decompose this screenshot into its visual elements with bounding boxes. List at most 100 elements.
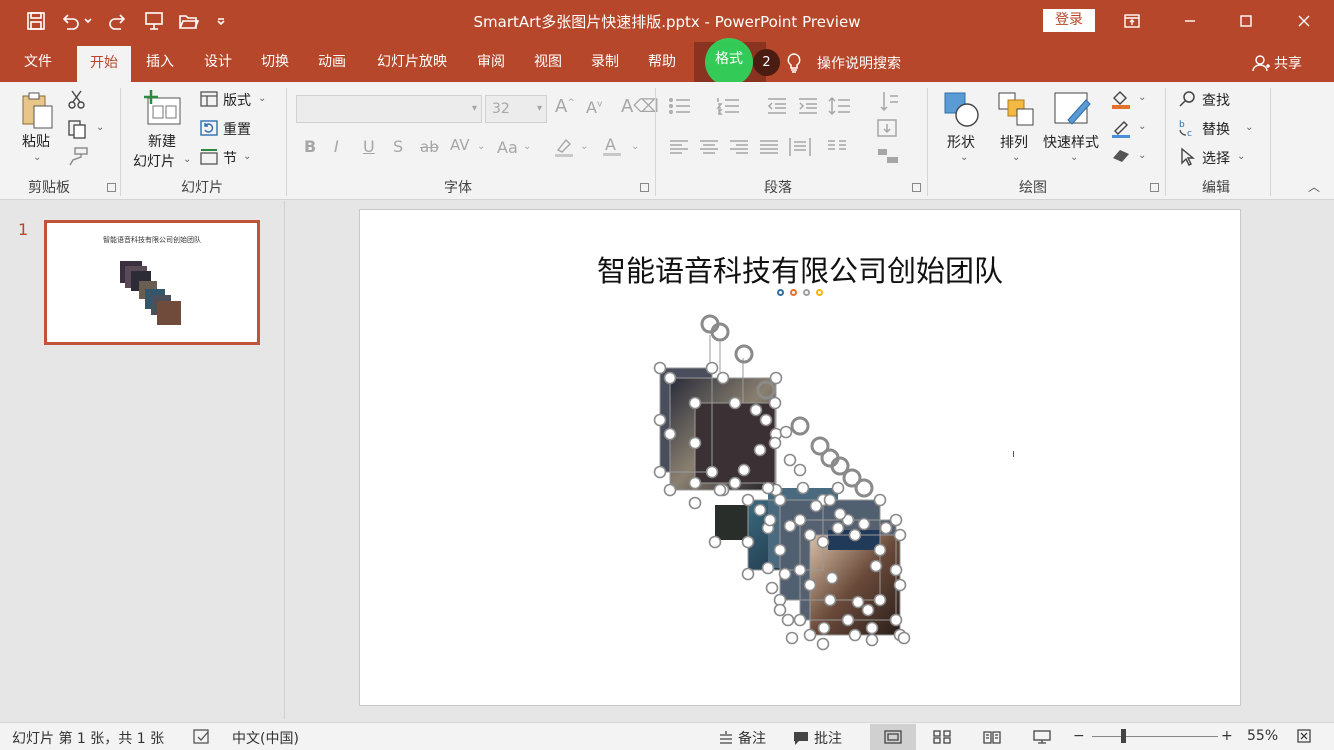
text-direction-icon[interactable] [876,90,900,118]
section-button[interactable]: 节 [223,148,237,168]
tab-transitions[interactable]: 切换 [251,42,299,82]
shadow-button[interactable]: S [393,137,403,156]
tell-me-search[interactable]: 操作说明搜索 [817,53,901,73]
reading-view-icon[interactable] [969,724,1015,750]
copy-dropdown-icon[interactable]: ⌄ [96,122,104,133]
paste-icon[interactable] [20,90,56,134]
align-right-icon[interactable] [728,138,750,160]
quick-styles-dropdown-icon[interactable]: ⌄ [1070,152,1078,163]
tab-animations[interactable]: 动画 [308,42,356,82]
line-spacing-icon[interactable] [828,96,852,120]
slide-sorter-icon[interactable] [919,724,965,750]
select-cursor-icon[interactable] [1179,147,1197,171]
select-dropdown-icon[interactable]: ⌄ [1237,151,1245,162]
tab-help[interactable]: 帮助 [638,42,686,82]
arrange-button[interactable]: 排列 [1000,132,1028,152]
font-color-dropdown-icon[interactable]: ⌄ [631,141,639,152]
smartart-picture-stack[interactable] [640,310,940,655]
paste-dropdown-icon[interactable]: ⌄ [33,152,41,163]
convert-smartart-icon[interactable] [876,146,900,170]
tab-slideshow[interactable]: 幻灯片放映 [366,42,458,82]
replace-dropdown-icon[interactable]: ⌄ [1245,122,1253,133]
font-size-combo[interactable]: 32 ▾ [485,95,547,123]
decrease-indent-icon[interactable] [766,96,788,120]
font-launcher-icon[interactable] [640,183,649,192]
login-button[interactable]: 登录 [1043,9,1095,32]
layout-icon[interactable] [199,90,219,112]
shapes-button[interactable]: 形状 [947,132,975,152]
close-icon[interactable] [1284,6,1324,36]
shape-effects-dropdown-icon[interactable]: ⌄ [1138,150,1146,161]
zoom-slider[interactable] [1092,736,1218,737]
find-button[interactable]: 查找 [1202,90,1230,110]
shape-outline-dropdown-icon[interactable]: ⌄ [1138,121,1146,132]
replace-button[interactable]: 替换 [1202,119,1230,139]
clear-format-icon[interactable]: A⌫ [621,96,659,117]
fit-to-window-icon[interactable] [1296,728,1312,748]
slideshow-view-icon[interactable] [1019,724,1065,750]
shape-effects-icon[interactable] [1110,146,1132,170]
slide-canvas[interactable]: 智能语音科技有限公司创始团队 [359,209,1241,706]
copy-icon[interactable] [66,118,88,144]
comments-button[interactable]: 批注 [792,728,842,748]
shapes-icon[interactable] [942,90,982,134]
paste-label[interactable]: 粘贴 [22,131,50,151]
select-button[interactable]: 选择 [1202,148,1230,168]
bullets-icon[interactable] [668,96,694,120]
tab-file[interactable]: 文件 [14,42,62,82]
format-painter-icon[interactable] [67,146,89,170]
collapse-ribbon-icon[interactable]: ︿ [1308,178,1320,195]
font-color-icon[interactable]: A [601,134,623,162]
increase-indent-icon[interactable] [797,96,819,120]
tab-record[interactable]: 录制 [581,42,629,82]
tab-insert[interactable]: 插入 [136,42,184,82]
layout-dropdown-icon[interactable]: ⌄ [258,93,266,104]
align-left-icon[interactable] [668,138,690,160]
tab-review[interactable]: 审阅 [467,42,515,82]
clipboard-launcher-icon[interactable] [107,183,116,192]
change-case-dropdown-icon[interactable]: ⌄ [523,141,531,152]
grow-font-icon[interactable]: A^ [555,96,575,117]
shape-outline-icon[interactable] [1110,117,1132,143]
section-dropdown-icon[interactable]: ⌄ [243,151,251,162]
slide-thumbnail[interactable]: 智能语音科技有限公司创始团队 [44,220,260,345]
ribbon-display-options-icon[interactable] [1112,6,1152,36]
share-button[interactable]: 共享 [1252,53,1302,73]
new-slide-label-1[interactable]: 新建 [148,131,176,151]
distributed-icon[interactable] [788,136,812,162]
arrange-icon[interactable] [996,90,1036,134]
strikethrough-button[interactable]: ab [420,138,439,156]
zoom-out-icon[interactable]: − [1073,728,1085,744]
drawing-launcher-icon[interactable] [1150,183,1159,192]
quick-styles-icon[interactable] [1052,90,1094,134]
font-name-combo[interactable]: ▾ [296,95,482,123]
cut-icon[interactable] [67,88,87,114]
shape-fill-icon[interactable] [1110,88,1132,114]
char-spacing-button[interactable]: AV [450,136,470,154]
reset-icon[interactable] [199,119,219,141]
tab-view[interactable]: 视图 [524,42,572,82]
shrink-font-icon[interactable]: Av [586,98,602,117]
tab-format[interactable]: 格式 [705,48,753,68]
bold-button[interactable]: B [304,137,316,156]
columns-icon[interactable] [826,138,848,160]
align-text-icon[interactable] [876,118,900,142]
underline-button[interactable]: U [363,137,375,156]
tab-design[interactable]: 设计 [194,42,242,82]
italic-button[interactable]: I [334,137,339,156]
shape-fill-dropdown-icon[interactable]: ⌄ [1138,92,1146,103]
justify-icon[interactable] [758,138,780,160]
lightbulb-icon[interactable] [785,52,803,78]
arrange-dropdown-icon[interactable]: ⌄ [1012,152,1020,163]
numbering-icon[interactable] [716,96,742,120]
notes-button[interactable]: 备注 [718,728,766,748]
section-icon[interactable] [199,148,219,170]
minimize-icon[interactable] [1170,6,1210,36]
align-center-icon[interactable] [698,138,720,160]
accessibility-icon[interactable] [192,728,212,750]
paragraph-launcher-icon[interactable] [912,183,921,192]
quick-styles-button[interactable]: 快速样式 [1043,132,1099,152]
highlight-dropdown-icon[interactable]: ⌄ [580,141,588,152]
normal-view-icon[interactable] [870,724,916,750]
new-slide-dropdown-icon[interactable]: ⌄ [183,154,191,165]
